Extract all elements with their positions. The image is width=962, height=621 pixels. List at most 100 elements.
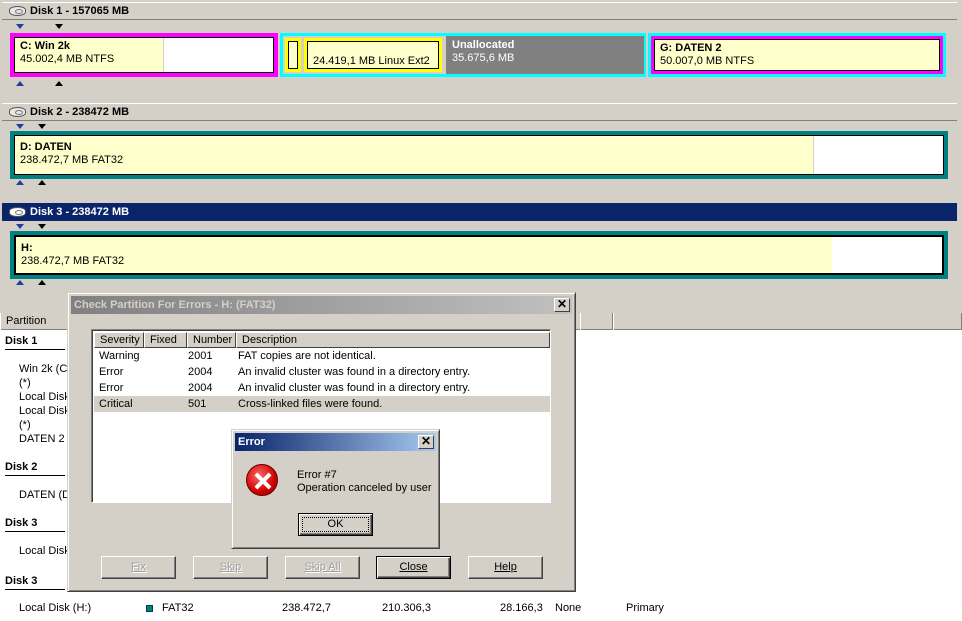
- fat32-color-icon: [146, 605, 153, 612]
- partition-name: H:: [21, 242, 33, 254]
- partition-d[interactable]: D: DATEN 238.472,7 MB FAT32: [10, 131, 948, 179]
- partition-h[interactable]: H: 238.472,7 MB FAT32: [10, 231, 948, 279]
- row-fs: FAT32: [162, 602, 194, 614]
- triangle-marker-icon: [16, 24, 24, 29]
- triangle-marker-icon: [55, 81, 63, 86]
- disk-icon: [9, 207, 26, 217]
- error-dialog: Error ✕ Error #7 Operation canceled by u…: [231, 429, 440, 549]
- partition-info: 50.007,0 MB NTFS: [660, 55, 755, 67]
- group-disk3b: Disk 3: [5, 575, 38, 587]
- table-row[interactable]: Warning 2001 FAT copies are not identica…: [94, 348, 550, 364]
- row-name: Local Disk (H:): [19, 602, 92, 614]
- close-icon[interactable]: ✕: [418, 435, 434, 449]
- row-type: Primary: [626, 602, 664, 614]
- column-severity[interactable]: Severity: [94, 332, 144, 348]
- error-icon: [246, 464, 278, 496]
- partition-info: 24.419,1 MB Linux Ext2: [313, 55, 430, 67]
- triangle-marker-icon: [38, 224, 46, 229]
- partition-name: G: DATEN 2: [660, 42, 722, 54]
- cell-number: 501: [188, 398, 207, 410]
- row-free: 28.166,3: [500, 602, 543, 614]
- cell-description: An invalid cluster was found in a direct…: [238, 366, 471, 378]
- partition-info: 238.472,7 MB FAT32: [21, 255, 125, 267]
- column-fixed[interactable]: Fixed: [144, 332, 187, 348]
- partition-g-wrap: G: DATEN 2 50.007,0 MB NTFS: [648, 33, 946, 77]
- ok-button[interactable]: OK: [298, 513, 373, 536]
- cell-description: FAT copies are not identical.: [238, 350, 376, 362]
- close-button[interactable]: Close: [376, 556, 451, 579]
- disk-icon: [9, 6, 26, 16]
- error-title: Error: [238, 436, 265, 448]
- disk-icon: [9, 107, 26, 117]
- row-flag: None: [555, 602, 582, 614]
- partition-name: C: Win 2k: [20, 40, 71, 52]
- dialog-titlebar[interactable]: Check Partition For Errors - H: (FAT32) …: [71, 296, 572, 314]
- cell-severity: Critical: [99, 398, 133, 410]
- cell-number: 2004: [188, 366, 213, 378]
- disk1-header[interactable]: Disk 1 - 157065 MB: [2, 2, 957, 20]
- skip-button[interactable]: Skip: [193, 556, 268, 579]
- cell-number: 2001: [188, 350, 213, 362]
- row-size: 238.472,7: [282, 602, 331, 614]
- group-disk2: Disk 2: [5, 461, 38, 473]
- table-row[interactable]: Error 2004 An invalid cluster was found …: [94, 380, 550, 396]
- disk3-header[interactable]: Disk 3 - 238472 MB: [2, 203, 957, 221]
- disk2-title: Disk 2 - 238472 MB: [30, 106, 130, 118]
- error-code: Error #7: [297, 469, 337, 481]
- partition-unallocated[interactable]: Unallocated 35.675,6 MB: [446, 36, 644, 74]
- cell-severity: Error: [99, 382, 124, 394]
- table-row[interactable]: Critical 501 Cross-linked files were fou…: [94, 396, 550, 412]
- partition-small[interactable]: [285, 38, 301, 72]
- skip-all-button[interactable]: Skip All: [285, 556, 360, 579]
- dialog-title: Check Partition For Errors - H: (FAT32): [74, 299, 276, 311]
- disk2-header[interactable]: Disk 2 - 238472 MB: [2, 103, 957, 121]
- cell-description: Cross-linked files were found.: [238, 398, 383, 410]
- triangle-marker-icon: [38, 180, 46, 185]
- partition-c[interactable]: C: Win 2k 45.002,4 MB NTFS: [10, 33, 278, 77]
- group-disk3: Disk 3: [5, 517, 38, 529]
- partition-info: 45.002,4 MB NTFS: [20, 53, 115, 65]
- column-header[interactable]: [613, 313, 962, 330]
- triangle-marker-icon: [55, 24, 63, 29]
- column-header[interactable]: [580, 313, 613, 330]
- cell-number: 2004: [188, 382, 213, 394]
- triangle-marker-icon: [16, 124, 24, 129]
- partition-info: 35.675,6 MB: [452, 52, 515, 64]
- triangle-marker-icon: [16, 180, 24, 185]
- error-message: Operation canceled by user: [297, 482, 432, 494]
- error-titlebar[interactable]: Error ✕: [235, 433, 436, 451]
- cell-severity: Error: [99, 366, 124, 378]
- list-item[interactable]: Win 2k (C: [19, 363, 67, 375]
- list-item[interactable]: (*): [19, 377, 31, 389]
- disk3-title: Disk 3 - 238472 MB: [30, 206, 130, 218]
- help-button[interactable]: Help: [468, 556, 543, 579]
- list-item[interactable]: Local Disk: [19, 405, 70, 417]
- partition-info: 238.472,7 MB FAT32: [20, 154, 124, 166]
- cell-description: An invalid cluster was found in a direct…: [238, 382, 471, 394]
- cell-severity: Warning: [99, 350, 140, 362]
- partition-linux[interactable]: 24.419,1 MB Linux Ext2: [304, 38, 442, 72]
- group-disk1: Disk 1: [5, 335, 38, 347]
- disk1-title: Disk 1 - 157065 MB: [30, 5, 130, 17]
- triangle-marker-icon: [16, 81, 24, 86]
- list-item[interactable]: Local Disk: [19, 391, 70, 403]
- list-item[interactable]: Local Disk: [19, 545, 70, 557]
- partition-g[interactable]: G: DATEN 2 50.007,0 MB NTFS: [651, 36, 943, 74]
- column-description[interactable]: Description: [236, 332, 550, 348]
- partition-name: D: DATEN: [20, 141, 72, 153]
- partition-extended[interactable]: 24.419,1 MB Linux Ext2 Unallocated 35.67…: [280, 33, 646, 77]
- column-number[interactable]: Number: [187, 332, 236, 348]
- list-item[interactable]: DATEN (D: [19, 489, 70, 501]
- close-icon[interactable]: ✕: [554, 298, 570, 312]
- fix-button[interactable]: Fix: [101, 556, 176, 579]
- partition-name: Unallocated: [452, 39, 515, 51]
- list-item[interactable]: (*): [19, 419, 31, 431]
- triangle-marker-icon: [16, 224, 24, 229]
- list-item[interactable]: DATEN 2: [19, 433, 65, 445]
- triangle-marker-icon: [16, 280, 24, 285]
- row-used: 210.306,3: [382, 602, 431, 614]
- table-row[interactable]: Error 2004 An invalid cluster was found …: [94, 364, 550, 380]
- column-partition[interactable]: Partition: [0, 313, 70, 330]
- table-row[interactable]: Local Disk (H:) FAT32 238.472,7 210.306,…: [0, 601, 962, 617]
- triangle-marker-icon: [38, 124, 46, 129]
